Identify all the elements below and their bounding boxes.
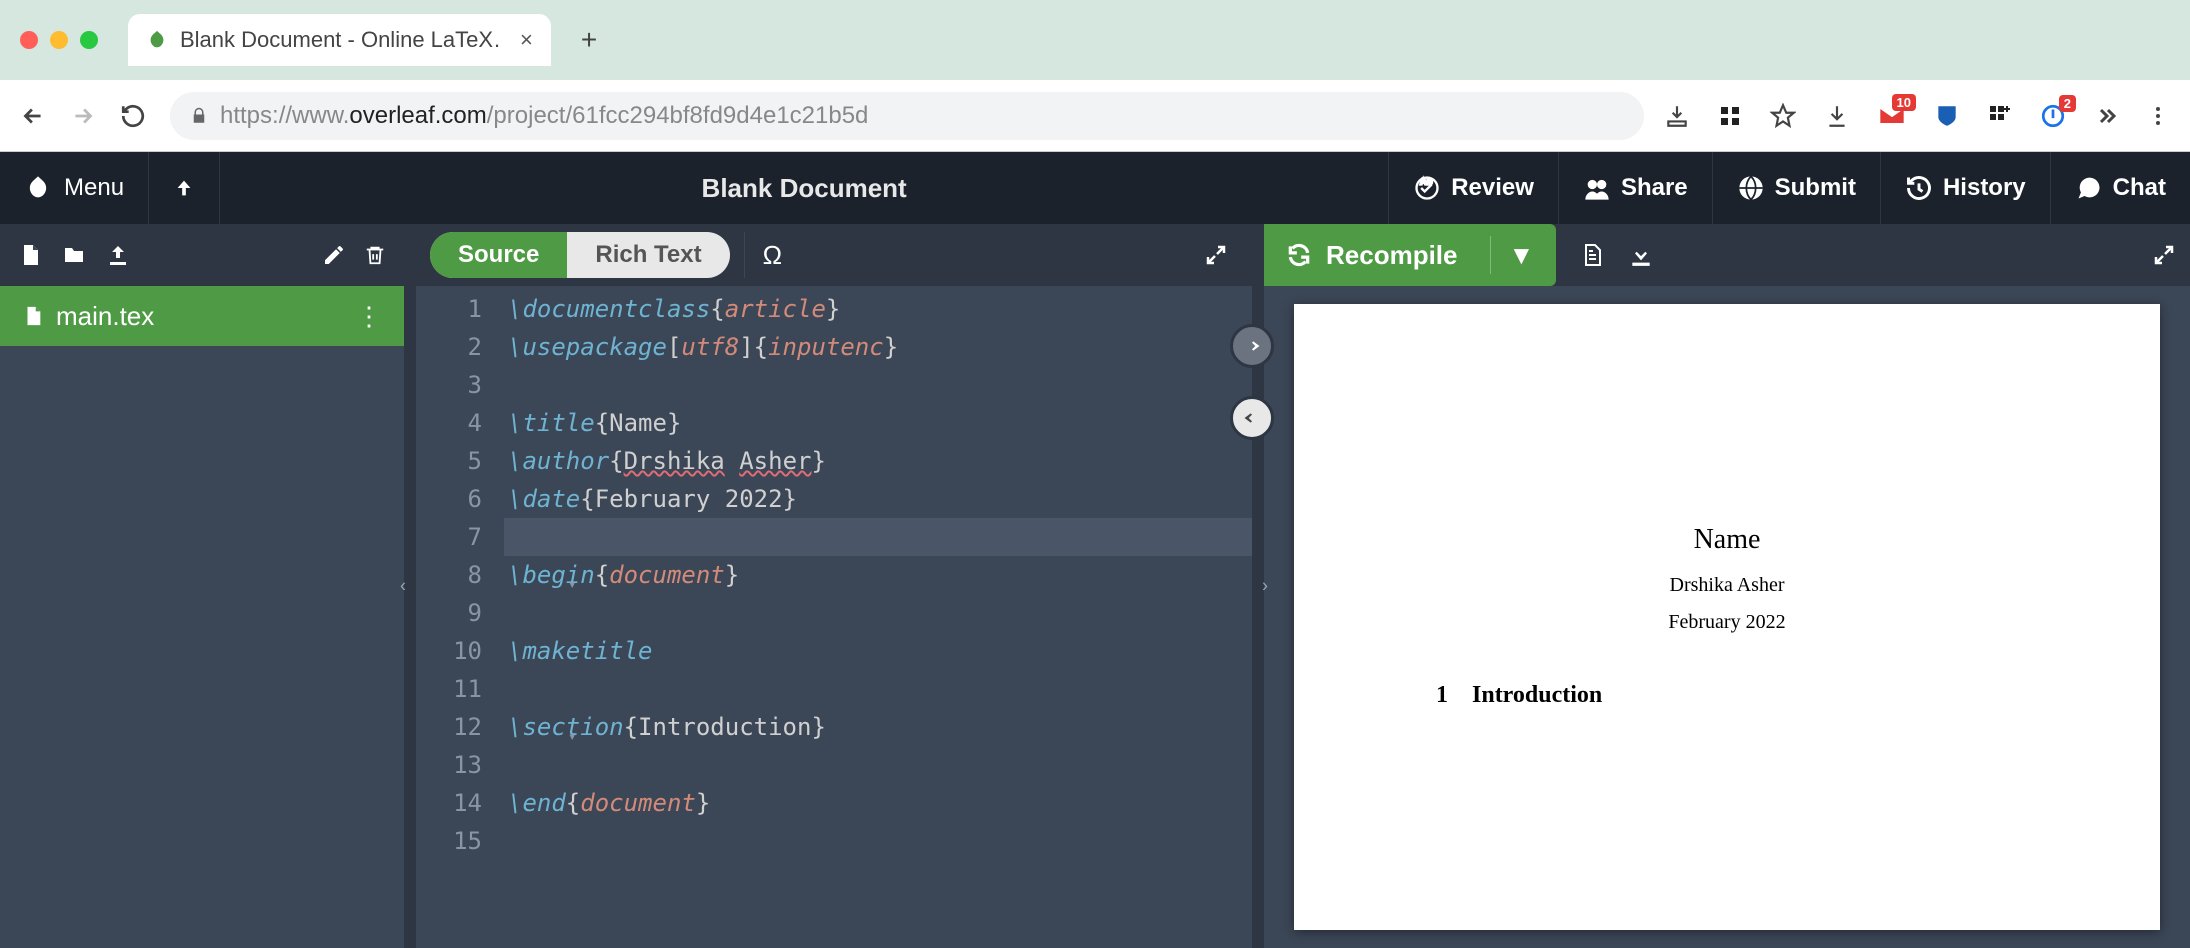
- window-minimize-button[interactable]: [50, 31, 68, 49]
- go-to-code-button[interactable]: [1230, 396, 1274, 440]
- url-text: https://www.overleaf.com/project/61fcc29…: [220, 102, 868, 130]
- window-close-button[interactable]: [20, 31, 38, 49]
- address-bar[interactable]: https://www.overleaf.com/project/61fcc29…: [170, 92, 1644, 140]
- new-file-icon[interactable]: [18, 241, 42, 269]
- main-area: main.tex ⋮ ‹ Source Rich Text Ω 123 456 …: [0, 224, 2190, 948]
- editor-fullscreen-icon[interactable]: [1194, 243, 1238, 267]
- upload-icon[interactable]: [106, 243, 130, 267]
- editor-panel: Source Rich Text Ω 123 456 789 101112 13…: [416, 224, 1252, 948]
- browser-extensions: 10 2: [1664, 102, 2170, 130]
- file-more-icon[interactable]: ⋮: [356, 301, 382, 332]
- window-controls: [20, 31, 98, 49]
- mode-source-button[interactable]: Source: [430, 232, 567, 278]
- downloads-icon[interactable]: [1824, 103, 1850, 129]
- overleaf-favicon: [146, 29, 168, 51]
- browser-tab-strip: Blank Document - Online LaTeX… × +: [0, 0, 2190, 80]
- overleaf-topbar: Menu Blank Document Ab Review Share Subm…: [0, 152, 2190, 224]
- window-maximize-button[interactable]: [80, 31, 98, 49]
- history-button[interactable]: History: [1880, 152, 2050, 224]
- symbol-palette-button[interactable]: Ω: [744, 232, 800, 278]
- new-tab-button[interactable]: +: [581, 24, 597, 56]
- pdf-toolbar: Recompile ▼: [1264, 224, 2190, 286]
- splitter-filetree-editor[interactable]: ‹: [404, 224, 416, 948]
- pdf-fullscreen-icon[interactable]: [2152, 243, 2176, 267]
- review-button[interactable]: Ab Review: [1388, 152, 1558, 224]
- logs-icon[interactable]: [1580, 241, 1604, 269]
- extension-grid-icon[interactable]: [1988, 104, 2012, 128]
- back-button[interactable]: [20, 103, 50, 129]
- apps-icon[interactable]: [1718, 104, 1742, 128]
- pdf-author: Drshika Asher: [1384, 574, 2070, 597]
- editor-mode-toggle: Source Rich Text: [430, 232, 730, 278]
- document-title: Blank Document: [220, 173, 1388, 204]
- reload-button[interactable]: [120, 103, 150, 129]
- recompile-button[interactable]: Recompile ▼: [1264, 224, 1556, 286]
- code-content[interactable]: \documentclass{article} \usepackage[utf8…: [496, 286, 1252, 948]
- gmail-icon[interactable]: 10: [1878, 102, 1906, 130]
- delete-icon[interactable]: [364, 242, 386, 268]
- share-button[interactable]: Share: [1558, 152, 1712, 224]
- browser-menu-icon[interactable]: [2146, 104, 2170, 128]
- lock-icon: [190, 107, 208, 125]
- collapse-right-icon[interactable]: ›: [1262, 576, 1268, 597]
- recompile-icon: [1286, 242, 1312, 268]
- menu-label: Menu: [64, 174, 124, 202]
- go-to-pdf-button[interactable]: [1230, 324, 1274, 368]
- browser-toolbar: https://www.overleaf.com/project/61fcc29…: [0, 80, 2190, 152]
- tab-title: Blank Document - Online LaTeX…: [180, 27, 500, 53]
- browser-tab[interactable]: Blank Document - Online LaTeX… ×: [128, 14, 551, 66]
- menu-button[interactable]: Menu: [0, 152, 149, 224]
- pdf-section-heading: 1Introduction: [1436, 682, 2070, 709]
- code-editor[interactable]: 123 456 789 101112 131415 \documentclass…: [416, 286, 1252, 948]
- back-to-projects-button[interactable]: [149, 152, 220, 224]
- collapse-left-icon[interactable]: ‹: [400, 576, 406, 597]
- line-gutter: 123 456 789 101112 131415: [416, 286, 496, 948]
- pdf-panel: Recompile ▼ Name Drshika Asher February …: [1264, 224, 2190, 948]
- extensions-overflow-icon[interactable]: [2094, 104, 2118, 128]
- extension-clip-badge: 2: [2059, 95, 2076, 112]
- editor-toolbar: Source Rich Text Ω: [416, 224, 1252, 286]
- pdf-title: Name: [1384, 524, 2070, 556]
- extension-clip-icon[interactable]: 2: [2040, 103, 2066, 129]
- recompile-dropdown-icon[interactable]: ▼: [1490, 236, 1535, 273]
- submit-button[interactable]: Submit: [1712, 152, 1880, 224]
- file-item-main-tex[interactable]: main.tex ⋮: [0, 286, 404, 346]
- gmail-badge: 10: [1892, 94, 1916, 111]
- svg-text:Ab: Ab: [1420, 177, 1433, 187]
- bookmark-star-icon[interactable]: [1770, 103, 1796, 129]
- chat-button[interactable]: Chat: [2050, 152, 2190, 224]
- pdf-viewer[interactable]: Name Drshika Asher February 2022 1Introd…: [1264, 286, 2190, 948]
- download-pdf-icon[interactable]: [1628, 242, 1654, 268]
- file-tree-toolbar: [0, 224, 404, 286]
- new-folder-icon[interactable]: [60, 243, 88, 267]
- pdf-date: February 2022: [1384, 611, 2070, 634]
- mode-richtext-button[interactable]: Rich Text: [567, 232, 729, 278]
- file-icon: [22, 303, 44, 329]
- download-shelf-icon[interactable]: [1664, 103, 1690, 129]
- bitwarden-icon[interactable]: [1934, 103, 1960, 129]
- rename-icon[interactable]: [322, 243, 346, 267]
- file-name: main.tex: [56, 301, 154, 332]
- pdf-page: Name Drshika Asher February 2022 1Introd…: [1294, 304, 2160, 930]
- tab-close-button[interactable]: ×: [520, 27, 533, 53]
- file-tree-panel: main.tex ⋮: [0, 224, 404, 948]
- forward-button[interactable]: [70, 103, 100, 129]
